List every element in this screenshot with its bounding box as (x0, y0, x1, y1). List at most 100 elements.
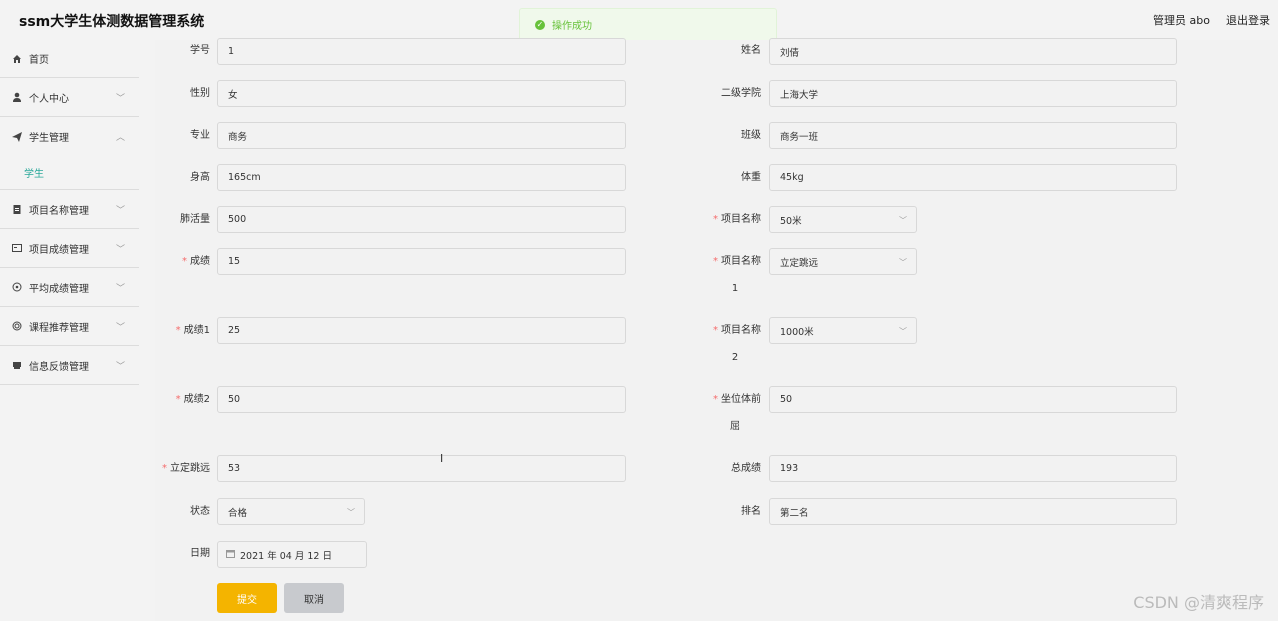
sit-reach-label-text: 坐位体前 (721, 394, 761, 405)
toast-message: 操作成功 (552, 21, 592, 32)
score-2-label-text: 成绩2 (183, 394, 210, 405)
status-value: 合格 (228, 507, 248, 519)
chevron-down-icon: ﹀ (115, 362, 125, 372)
project-name-1-value: 立定跳远 (780, 257, 819, 269)
app-title: ssm大学生体测数据管理系统 (19, 14, 205, 30)
weight-label: 体重 (741, 172, 761, 183)
date-value: 2021 年 04 月 12 日 (240, 550, 332, 562)
chevron-down-icon: ﹀ (899, 216, 907, 225)
project-name-value: 50米 (780, 215, 802, 227)
standing-jump-input[interactable]: 53 (217, 455, 626, 482)
chevron-down-icon: ﹀ (899, 258, 907, 267)
total-score-label: 总成绩 (731, 463, 761, 474)
sidebar-item-label: 课程推荐管理 (29, 322, 89, 334)
student-id-input[interactable]: 1 (217, 38, 626, 65)
success-toast: ✓ 操作成功 (519, 8, 777, 41)
standing-jump-label-text: 立定跳远 (170, 463, 210, 474)
sidebar-item-average-score[interactable]: 平均成绩管理 ﹀ (0, 268, 139, 307)
card-icon (12, 243, 22, 253)
standing-jump-label: * 立定跳远 (162, 463, 210, 474)
score-input[interactable]: 15 (217, 248, 626, 275)
lung-capacity-input[interactable]: 500 (217, 206, 626, 233)
sit-reach-input[interactable]: 50 (769, 386, 1177, 413)
chevron-down-icon: ﹀ (347, 508, 355, 517)
sidebar-item-home[interactable]: 首页 (0, 40, 139, 78)
sidebar: 首页 个人中心 ﹀ 学生管理 ︿ 学生 项目名称管理 ﹀ 项目成绩管理 ﹀ 平均… (0, 40, 139, 621)
chevron-up-icon: ︿ (115, 133, 125, 143)
chevron-down-icon: ﹀ (115, 206, 125, 216)
score-label: * 成绩 (182, 256, 210, 267)
score-1-label: * 成绩1 (175, 325, 210, 336)
project-name-1-label: * 项目名称 (713, 256, 761, 267)
admin-username: 管理员 abo (1153, 14, 1210, 27)
clipboard-icon (12, 204, 22, 214)
folder-icon (12, 360, 22, 370)
rank-input[interactable]: 第二名 (769, 498, 1177, 525)
score-label-text: 成绩 (190, 256, 210, 267)
lung-capacity-label: 肺活量 (180, 214, 210, 225)
total-score-input[interactable]: 193 (769, 455, 1177, 482)
chevron-down-icon: ﹀ (115, 94, 125, 104)
logout-link[interactable]: 退出登录 (1226, 12, 1270, 28)
major-input[interactable]: 商务 (217, 122, 626, 149)
chevron-down-icon: ﹀ (115, 323, 125, 333)
sidebar-subitem-student[interactable]: 学生 (0, 156, 139, 190)
sidebar-item-course-recommend[interactable]: 课程推荐管理 ﹀ (0, 307, 139, 346)
sidebar-item-label: 项目名称管理 (29, 205, 89, 217)
cancel-button[interactable]: 取消 (284, 583, 344, 613)
score-1-input[interactable]: 25 (217, 317, 626, 344)
date-label: 日期 (190, 548, 210, 559)
score-2-input[interactable]: 50 (217, 386, 626, 413)
project-name-1-label-text: 项目名称 (721, 256, 761, 267)
college-label: 二级学院 (721, 88, 761, 99)
submit-button[interactable]: 提交 (217, 583, 277, 613)
sidebar-item-label: 首页 (29, 55, 49, 66)
circle-icon (12, 321, 22, 331)
name-label: 姓名 (741, 45, 761, 56)
user-icon (12, 92, 22, 102)
sidebar-item-label: 信息反馈管理 (29, 361, 89, 373)
gender-input[interactable]: 女 (217, 80, 626, 107)
text-cursor-icon: I (440, 452, 444, 465)
home-icon (12, 54, 22, 64)
project-name-2-select[interactable]: 1000米 ﹀ (769, 317, 917, 344)
name-input[interactable]: 刘倩 (769, 38, 1177, 65)
chevron-down-icon: ﹀ (899, 327, 907, 336)
check-circle-icon: ✓ (535, 19, 545, 30)
sidebar-item-profile[interactable]: 个人中心 ﹀ (0, 78, 139, 117)
sidebar-item-project-score[interactable]: 项目成绩管理 ﹀ (0, 229, 139, 268)
sidebar-item-label: 项目成绩管理 (29, 244, 89, 256)
header-user-area: 管理员 abo 退出登录 (1153, 12, 1270, 28)
height-label: 身高 (190, 172, 210, 183)
edit-form: 学号 1 姓名 刘倩 性别 女 二级学院 上海大学 专业 商务 班级 商务一班 … (155, 38, 1278, 621)
project-name-select[interactable]: 50米 ﹀ (769, 206, 917, 233)
college-input[interactable]: 上海大学 (769, 80, 1177, 107)
height-input[interactable]: 165cm (217, 164, 626, 191)
sidebar-item-project-name[interactable]: 项目名称管理 ﹀ (0, 190, 139, 229)
send-icon (12, 131, 22, 142)
status-label: 状态 (190, 506, 210, 517)
class-input[interactable]: 商务一班 (769, 122, 1177, 149)
status-select[interactable]: 合格 ﹀ (217, 498, 365, 525)
student-id-label: 学号 (190, 45, 210, 56)
gender-label: 性别 (190, 88, 210, 99)
sit-reach-label: * 坐位体前 (713, 394, 761, 405)
project-name-2-value: 1000米 (780, 326, 814, 338)
chevron-down-icon: ﹀ (115, 245, 125, 255)
calendar-icon (226, 549, 235, 561)
class-label: 班级 (741, 130, 761, 141)
project-name-2-label: * 项目名称 (713, 325, 761, 336)
score-1-label-text: 成绩1 (183, 325, 210, 336)
watermark: CSDN @清爽程序 (1133, 593, 1264, 612)
sidebar-item-label: 学生管理 (29, 133, 69, 144)
date-picker[interactable]: 2021 年 04 月 12 日 (217, 541, 367, 568)
weight-input[interactable]: 45kg (769, 164, 1177, 191)
sidebar-item-student-mgmt[interactable]: 学生管理 ︿ (0, 117, 139, 156)
project-name-2-label-suffix: 2 (731, 352, 739, 363)
major-label: 专业 (190, 130, 210, 141)
project-name-2-label-text: 项目名称 (721, 325, 761, 336)
target-icon (12, 282, 22, 292)
project-name-1-select[interactable]: 立定跳远 ﹀ (769, 248, 917, 275)
rank-label: 排名 (741, 506, 761, 517)
sidebar-item-feedback[interactable]: 信息反馈管理 ﹀ (0, 346, 139, 385)
